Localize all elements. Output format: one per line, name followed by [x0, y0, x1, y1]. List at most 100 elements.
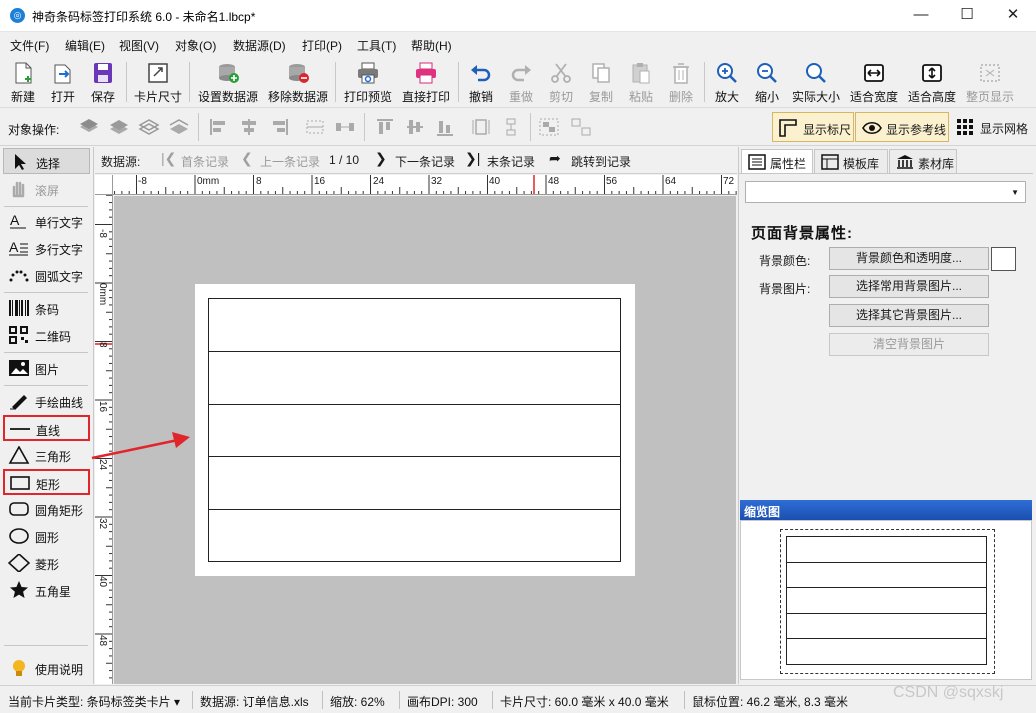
distribute-v-icon[interactable] [334, 117, 356, 137]
redo-button[interactable]: 重做 [504, 58, 538, 106]
tool-diamond[interactable]: 菱形 [3, 550, 90, 576]
open-button[interactable]: 打开 [46, 58, 80, 106]
send-to-back-icon[interactable] [168, 117, 190, 137]
tool-arc-text[interactable]: 圆弧文字 [3, 262, 90, 288]
status-separator [322, 691, 323, 709]
palette-separator [4, 645, 88, 646]
tab-templates[interactable]: 模板库 [814, 149, 888, 173]
clear-bg-image-button[interactable]: 清空背景图片 [829, 333, 989, 356]
tool-scroll[interactable]: 滚屏 [3, 176, 90, 202]
group-icon[interactable] [538, 117, 560, 137]
hruler-label: 16 [314, 176, 326, 187]
other-bg-image-button[interactable]: 选择其它背景图片... [829, 304, 989, 327]
object-selector-dropdown[interactable]: ▼ [745, 181, 1026, 203]
design-canvas[interactable] [114, 196, 736, 684]
copy-button[interactable]: 复制 [584, 58, 618, 106]
align-right-icon[interactable] [268, 117, 290, 137]
menu-edit[interactable]: 编辑(E) [65, 37, 105, 54]
set-datasource-button[interactable]: 设置数据源 [196, 58, 260, 106]
app-logo-icon: ◎ [10, 8, 25, 23]
bring-to-front-icon[interactable] [78, 117, 100, 137]
bring-forward-icon[interactable] [108, 117, 130, 137]
last-record-button[interactable]: 末条记录 [487, 153, 535, 170]
card-type-status[interactable]: 当前卡片类型: 条码标签类卡片 ▾ [8, 693, 180, 710]
label-card[interactable] [195, 284, 635, 576]
menu-tools[interactable]: 工具(T) [357, 37, 396, 54]
align-middle-icon[interactable] [404, 117, 426, 137]
align-top-icon[interactable] [374, 117, 396, 137]
tool-help[interactable]: 使用说明 [3, 655, 90, 681]
row-divider-line[interactable] [209, 456, 620, 457]
align-bottom-icon[interactable] [434, 117, 456, 137]
tool-round-rect[interactable]: 圆角矩形 [3, 496, 90, 522]
row-divider-line[interactable] [209, 509, 620, 510]
tab-properties[interactable]: 属性栏 [741, 149, 813, 174]
direct-print-button[interactable]: 直接打印 [400, 58, 452, 106]
distribute-h-icon[interactable] [304, 117, 326, 137]
menu-view[interactable]: 视图(V) [119, 37, 159, 54]
fit-page-button[interactable]: 整页显示 [964, 58, 1016, 106]
align-center-icon[interactable] [238, 117, 260, 137]
same-height-icon[interactable] [500, 117, 522, 137]
tool-image[interactable]: 图片 [3, 355, 90, 381]
cut-button[interactable]: 剪切 [544, 58, 578, 106]
overview-thumbnail[interactable] [740, 520, 1032, 680]
tool-line[interactable]: 直线 [3, 415, 90, 441]
hand-icon [12, 181, 25, 198]
overview-viewport[interactable] [780, 529, 995, 674]
horizontal-ruler[interactable]: -8 0mm 8 16 24 32 40 48 56 64 72 [113, 175, 737, 195]
tool-freehand[interactable]: 手绘曲线 [3, 388, 90, 414]
show-guides-toggle[interactable]: 显示参考线 [855, 112, 949, 142]
tool-star[interactable]: 五角星 [3, 577, 90, 603]
tool-single-text[interactable]: A 单行文字 [3, 208, 90, 234]
tool-rect[interactable]: 矩形 [3, 469, 90, 495]
prev-record-button[interactable]: 上一条记录 [260, 153, 320, 170]
bg-color-button[interactable]: 背景颜色和透明度... [829, 247, 989, 270]
menu-help[interactable]: 帮助(H) [411, 37, 452, 54]
same-width-icon[interactable] [470, 117, 492, 137]
paste-button[interactable]: 粘贴 [624, 58, 658, 106]
tool-barcode[interactable]: 条码 [3, 295, 90, 321]
jump-to-record-button[interactable]: 跳转到记录 [571, 153, 631, 170]
show-grid-toggle[interactable]: 显示网格 [952, 112, 1032, 142]
delete-button[interactable]: 删除 [664, 58, 698, 106]
show-ruler-toggle[interactable]: 显示标尺 [772, 112, 854, 142]
tab-assets[interactable]: 素材库 [889, 149, 957, 173]
tool-triangle[interactable]: 三角形 [3, 442, 90, 468]
zoom-in-button[interactable]: 放大 [710, 58, 744, 106]
tool-qrcode[interactable]: 二维码 [3, 322, 90, 348]
overview-row-line [787, 562, 986, 563]
maximize-icon[interactable]: ☐ [944, 0, 990, 32]
menu-object[interactable]: 对象(O) [175, 37, 216, 54]
next-record-button[interactable]: 下一条记录 [395, 153, 455, 170]
tool-ellipse[interactable]: 圆形 [3, 523, 90, 549]
undo-button[interactable]: 撤销 [464, 58, 498, 106]
record-counter: 1 / 10 [329, 153, 360, 167]
status-separator [492, 691, 493, 709]
card-size-button[interactable]: 卡片尺寸 [132, 58, 184, 106]
table-rectangle[interactable] [208, 298, 621, 562]
ungroup-icon[interactable] [570, 117, 592, 137]
menu-print[interactable]: 打印(P) [302, 37, 342, 54]
zoom-out-button[interactable]: 缩小 [750, 58, 784, 106]
tool-select[interactable]: 选择 [3, 148, 90, 174]
send-backward-icon[interactable] [138, 117, 160, 137]
save-button[interactable]: 保存 [86, 58, 120, 106]
print-preview-button[interactable]: 打印预览 [342, 58, 394, 106]
fit-width-button[interactable]: 适合宽度 [848, 58, 900, 106]
menu-datasource[interactable]: 数据源(D) [233, 37, 286, 54]
row-divider-line[interactable] [209, 351, 620, 352]
menu-file[interactable]: 文件(F) [10, 37, 49, 54]
align-left-icon[interactable] [208, 117, 230, 137]
new-button[interactable]: 新建 [6, 58, 40, 106]
tool-multi-text[interactable]: A 多行文字 [3, 235, 90, 261]
first-record-button[interactable]: 首条记录 [181, 153, 229, 170]
minimize-icon[interactable]: — [898, 0, 944, 32]
close-icon[interactable]: ✕ [990, 0, 1036, 32]
row-divider-line[interactable] [209, 404, 620, 405]
common-bg-image-button[interactable]: 选择常用背景图片... [829, 275, 989, 298]
actual-size-button[interactable]: 实际大小 [790, 58, 842, 106]
remove-datasource-button[interactable]: 移除数据源 [266, 58, 330, 106]
fit-height-button[interactable]: 适合高度 [906, 58, 958, 106]
color-swatch[interactable] [991, 247, 1016, 271]
